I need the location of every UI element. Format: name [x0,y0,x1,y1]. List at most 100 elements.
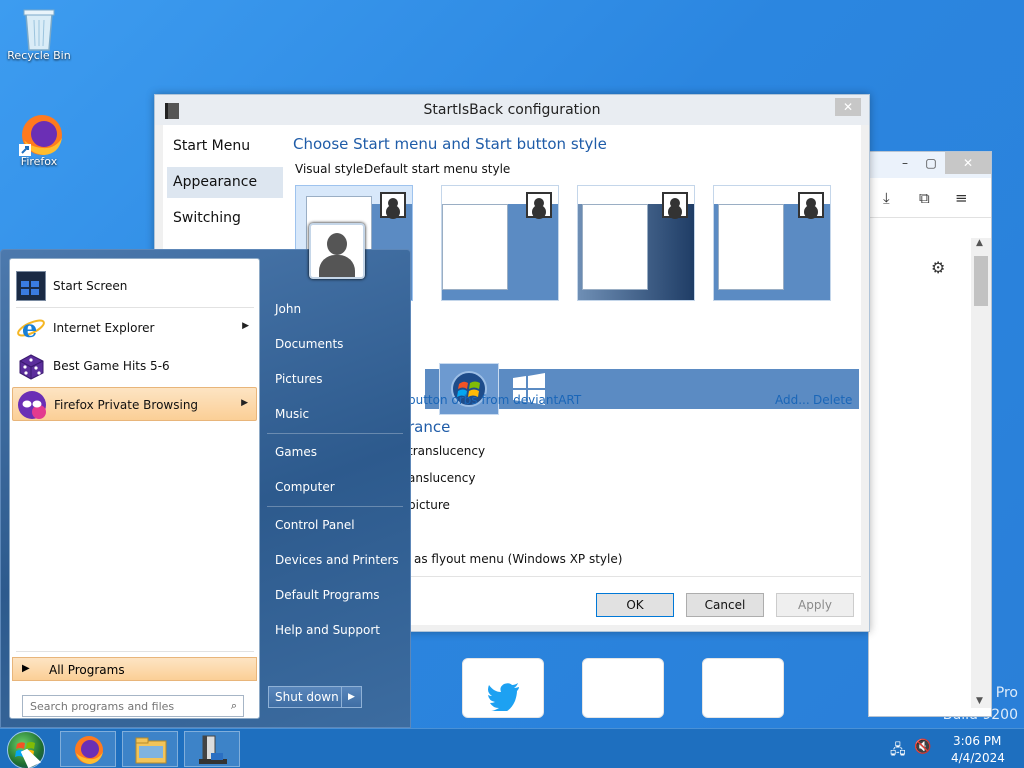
volume-muted-icon[interactable]: 🔇 [914,739,931,755]
download-icon[interactable]: ⤓ [883,189,890,207]
start-item-best-game-hits[interactable]: Best Game Hits 5-6 [12,349,257,383]
link-devices-and-printers[interactable]: Devices and Printers [275,553,399,567]
startisback-app-icon [199,735,227,764]
option-picture[interactable]: picture [408,498,450,512]
link-control-panel[interactable]: Control Panel [275,518,355,532]
menu-icon[interactable]: ≡ [955,189,968,207]
link-computer[interactable]: Computer [275,480,335,494]
start-screen-icon [16,271,46,301]
visual-style-label: Visual style: [295,162,368,176]
link-music[interactable]: Music [275,407,309,421]
folder-icon [135,737,167,764]
cancel-button[interactable]: Cancel [686,593,764,617]
style-heading: Choose Start menu and Start button style [293,135,607,153]
nav-switching[interactable]: Switching [167,203,283,234]
shortcut-tile[interactable] [702,658,784,718]
search-icon[interactable]: ⌕ [231,699,237,713]
option-taskbar-translucency[interactable]: anslucency [408,471,475,485]
user-avatar[interactable] [309,223,365,279]
shutdown-button[interactable]: Shut down ▶ [268,686,362,708]
visual-style-value[interactable]: Default start menu style [364,162,510,176]
nav-start-menu[interactable]: Start Menu [167,131,283,162]
browser-titlebar: – ▢ ✕ [869,152,991,178]
start-item-start-screen[interactable]: Start Screen [12,269,257,303]
start-orb-windows7-option[interactable] [439,363,499,415]
start-menu: Start Screen e Internet Explorer ▶ Best … [0,223,411,728]
config-titlebar: StartIsBack configuration ✕ [155,95,869,125]
scrollbar[interactable]: ▲ ▼ [971,238,991,708]
link-documents[interactable]: Documents [275,337,343,351]
ok-button[interactable]: OK [596,593,674,617]
firefox-icon [75,736,103,764]
start-menu-programs: Start Screen e Internet Explorer ▶ Best … [9,258,260,719]
browser-window: – ▢ ✕ ⤓ ⧉ ≡ ⚙ ▲ ▼ [868,151,992,717]
close-icon[interactable]: ✕ [835,98,861,116]
recycle-bin-icon [19,6,59,51]
option-flyout-menu[interactable]: as flyout menu (Windows XP style) [414,552,622,566]
clock-time[interactable]: 3:06 PM [953,734,1001,748]
taskbar-file-explorer[interactable] [122,731,178,767]
chevron-right-icon: ▶ [242,321,249,331]
option-translucency[interactable]: translucency [408,444,485,458]
deviantart-orbs-link[interactable]: button orbs from deviantART [408,393,581,407]
scroll-down-icon[interactable]: ▼ [976,696,983,706]
clock-date[interactable]: 4/4/2024 [951,751,1005,765]
link-games[interactable]: Games [275,445,317,459]
svg-text:e: e [22,314,37,343]
config-title: StartIsBack configuration [423,102,601,118]
desktop-icon-firefox[interactable]: Firefox [4,112,74,168]
network-icon[interactable]: 🖧 [890,739,906,763]
desktop: Recycle Bin Firefox Pro Build 9200 – ▢ ✕… [0,0,1024,728]
start-item-label: Firefox Private Browsing [54,398,199,412]
link-help-and-support[interactable]: Help and Support [275,623,380,637]
search-box[interactable]: ⌕ [22,695,244,717]
link-pictures[interactable]: Pictures [275,372,323,386]
start-item-firefox-private-browsing[interactable]: Firefox Private Browsing ▶ [12,387,257,421]
apply-button[interactable]: Apply [776,593,854,617]
style-thumbnail-4[interactable] [713,185,831,301]
link-default-programs[interactable]: Default Programs [275,588,380,602]
shortcut-tile[interactable] [582,658,664,718]
all-programs-label: All Programs [49,663,125,677]
taskbar-startisback-config[interactable] [184,731,240,767]
user-icon [798,192,824,218]
taskbar: 🖧 🔇 3:06 PM 4/4/2024 [0,728,1024,768]
all-programs-button[interactable]: ▶ All Programs [12,657,257,681]
delete-orb-link[interactable]: Delete [813,393,852,407]
gear-icon[interactable]: ⚙ [931,258,945,277]
scrollbar-thumb[interactable] [974,256,988,306]
app-icon [165,103,179,119]
style-thumbnail-3[interactable] [577,185,695,301]
style-thumbnail-2[interactable] [441,185,559,301]
browser-toolbar: ⤓ ⧉ ≡ [869,178,991,218]
shortcut-tile-twitter[interactable] [462,658,544,718]
start-item-label: Start Screen [53,279,128,293]
watermark-edition: Pro [995,685,1018,701]
internet-explorer-icon: e [16,313,46,343]
maximize-icon[interactable]: ▢ [917,152,945,174]
chevron-right-icon: ▶ [241,398,248,408]
dice-icon [16,351,46,381]
extensions-icon[interactable]: ⧉ [919,189,930,207]
firefox-icon [19,112,62,156]
desktop-icon-recycle-bin[interactable]: Recycle Bin [4,6,74,62]
nav-appearance[interactable]: Appearance [167,167,283,198]
user-icon [380,192,406,218]
link-user-folder[interactable]: John [275,302,301,316]
chevron-right-icon: ▶ [22,663,30,674]
start-item-label: Best Game Hits 5-6 [53,359,170,373]
close-icon[interactable]: ✕ [945,152,991,174]
taskbar-firefox[interactable] [60,731,116,767]
user-icon [526,192,552,218]
add-orb-link[interactable]: Add... [775,393,810,407]
shutdown-label: Shut down [275,690,339,704]
minimize-icon[interactable]: – [891,152,919,174]
chevron-right-icon[interactable]: ▶ [341,687,361,707]
search-input[interactable] [23,696,213,716]
firefox-private-icon [17,390,47,420]
appearance-heading: rance [408,418,451,436]
start-item-internet-explorer[interactable]: e Internet Explorer ▶ [12,311,257,345]
scroll-up-icon[interactable]: ▲ [976,238,983,248]
twitter-icon [487,683,519,711]
user-icon [662,192,688,218]
